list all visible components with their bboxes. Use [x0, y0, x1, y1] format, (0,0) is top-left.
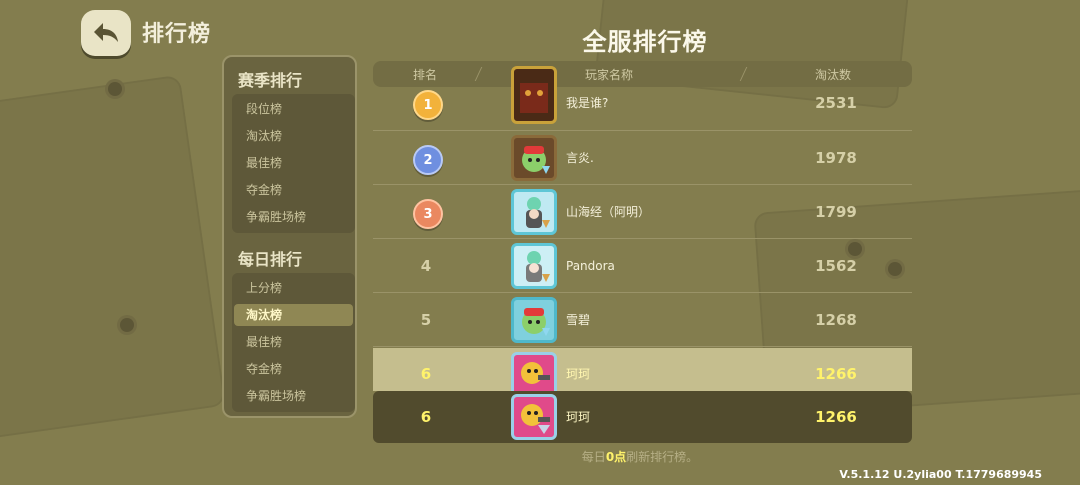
player-score: 2531 [815, 94, 857, 112]
player-score: 1978 [815, 149, 857, 167]
sidebar-item-daily-best[interactable]: 最佳榜 [234, 331, 353, 353]
back-arrow-icon [94, 23, 118, 42]
player-name: 雪碧 [566, 313, 591, 327]
daily-list: 上分榜 淘汰榜 最佳榜 夺金榜 争霸胜场榜 [232, 273, 355, 412]
player-score: 1268 [815, 311, 857, 329]
silver-medal-icon: 2 [413, 145, 443, 175]
season-list: 段位榜 淘汰榜 最佳榜 夺金榜 争霸胜场榜 [232, 94, 355, 233]
table-row[interactable]: 1 我是谁? 2531 [373, 66, 912, 131]
player-name: 我是谁? [566, 96, 609, 110]
daily-section-title: 每日排行 [238, 250, 303, 269]
avatar [511, 243, 557, 289]
player-name: 言炎. [566, 151, 594, 165]
avatar [511, 297, 557, 343]
page-title: 排行榜 [142, 22, 212, 47]
sidebar-item-season-elimination[interactable]: 淘汰榜 [234, 125, 353, 147]
avatar [511, 135, 557, 181]
player-rank: 4 [420, 257, 432, 275]
table-row[interactable]: 4 Pandora 1562 [373, 239, 912, 293]
my-rank-row[interactable]: 6 珂珂 1266 [373, 391, 912, 443]
player-score: 1266 [815, 365, 857, 383]
avatar [511, 352, 557, 391]
refresh-note: 每日0点刷新排行榜。 [581, 450, 699, 464]
sidebar-item-season-rank[interactable]: 段位榜 [234, 98, 353, 120]
avatar [511, 394, 557, 440]
bronze-medal-icon: 3 [413, 199, 443, 229]
my-score: 1266 [815, 408, 857, 426]
my-rank: 6 [420, 408, 432, 426]
table-row-highlighted[interactable]: 6 珂珂 1266 [373, 348, 912, 391]
sidebar-item-season-best[interactable]: 最佳榜 [234, 152, 353, 174]
player-name: 珂珂 [566, 367, 591, 381]
sidebar-item-season-battle-wins[interactable]: 争霸胜场榜 [234, 206, 353, 228]
my-player-name: 珂珂 [566, 410, 591, 424]
leaderboard-title: 全服排行榜 [582, 28, 708, 56]
player-rank: 6 [420, 365, 432, 383]
sidebar-item-daily-elimination[interactable]: 淘汰榜 [234, 304, 353, 326]
player-name: 山海经（阿明） [566, 205, 651, 219]
gold-medal-icon: 1 [413, 90, 443, 120]
table-row[interactable]: 5 雪碧 1268 [373, 293, 912, 347]
season-section-title: 赛季排行 [238, 71, 303, 90]
player-score: 1799 [815, 203, 857, 221]
version-label: V.5.1.12 U.2ylia00 T.1779689945 [839, 468, 1042, 481]
leaderboard-table[interactable]: 排名 玩家名称 淘汰数 1 我是谁? 2531 2 言炎. 1978 3 山海经… [373, 61, 912, 443]
player-score: 1562 [815, 257, 857, 275]
player-rank: 5 [420, 311, 432, 329]
table-row[interactable]: 2 言炎. 1978 [373, 131, 912, 185]
player-name: Pandora [566, 259, 615, 273]
category-sidebar: 赛季排行 段位榜 淘汰榜 最佳榜 夺金榜 争霸胜场榜 每日排行 上分榜 淘汰榜 … [222, 55, 357, 418]
sidebar-item-season-gold[interactable]: 夺金榜 [234, 179, 353, 201]
avatar [511, 66, 557, 124]
sidebar-item-daily-battle-wins[interactable]: 争霸胜场榜 [234, 385, 353, 407]
sidebar-item-daily-climb[interactable]: 上分榜 [234, 277, 353, 299]
sidebar-item-daily-gold[interactable]: 夺金榜 [234, 358, 353, 380]
back-button[interactable] [81, 10, 131, 56]
table-row[interactable]: 3 山海经（阿明） 1799 [373, 185, 912, 239]
avatar [511, 189, 557, 235]
